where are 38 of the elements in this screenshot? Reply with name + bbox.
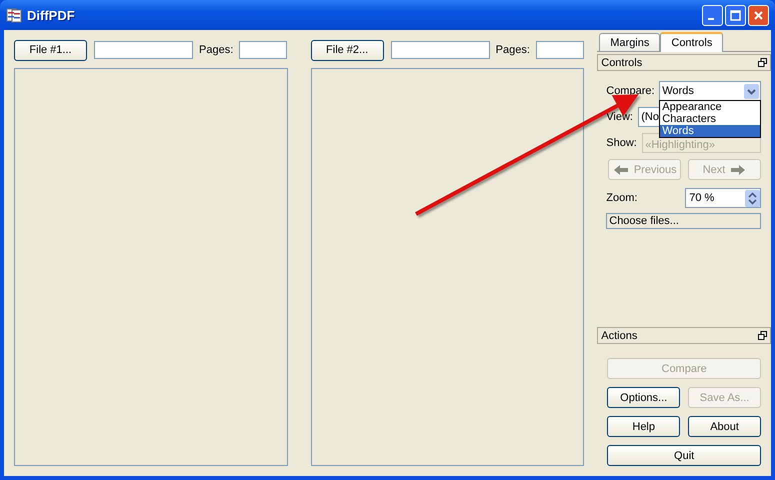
file-button[interactable]: File #1...: [14, 40, 87, 60]
pages-label: Pages:: [199, 44, 234, 56]
panel-title: Actions: [601, 330, 638, 342]
file-field[interactable]: [390, 41, 490, 59]
view-label: View:: [606, 111, 634, 123]
action-button[interactable]: Help: [607, 416, 680, 437]
close-icon: [752, 8, 765, 22]
choose-files-button[interactable]: Choose files...: [606, 213, 762, 229]
zoom-spinbox[interactable]: 70 %: [685, 188, 762, 208]
action-button[interactable]: Quit: [607, 445, 762, 466]
minimize-button[interactable]: [702, 4, 723, 26]
pages-label: Pages:: [496, 44, 530, 56]
pages-field[interactable]: [536, 41, 584, 59]
file-field[interactable]: [94, 41, 193, 59]
tab[interactable]: Controls: [660, 32, 724, 52]
dropdown-option[interactable]: Characters: [660, 113, 760, 125]
right-arrow-icon: [730, 164, 746, 176]
panel-title: Controls: [601, 56, 642, 68]
action-button[interactable]: About: [688, 416, 762, 437]
show-label: Show:: [606, 137, 638, 149]
maximize-icon: [729, 8, 742, 22]
tab[interactable]: Margins: [599, 33, 660, 51]
file-button[interactable]: File #2...: [310, 40, 384, 60]
dropdown-option[interactable]: Appearance: [660, 101, 760, 113]
minimize-icon: [708, 18, 714, 20]
action-button[interactable]: Options...: [607, 387, 680, 408]
zoom-label: Zoom:: [606, 192, 638, 204]
maximize-button[interactable]: [725, 4, 746, 26]
compare-label: Compare:: [606, 85, 656, 97]
float-icon[interactable]: [758, 331, 768, 340]
left-arrow-icon: [612, 164, 629, 176]
documents-icon: [6, 7, 22, 23]
window-title: DiffPDF: [27, 8, 75, 22]
close-button[interactable]: [748, 4, 769, 26]
float-icon[interactable]: [758, 58, 768, 67]
pages-field[interactable]: [239, 41, 288, 59]
dropdown-option[interactable]: Words: [660, 125, 760, 137]
spin-arrows-icon: [745, 190, 760, 206]
